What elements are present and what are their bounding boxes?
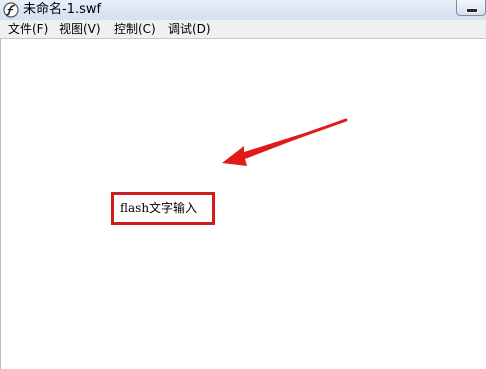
flash-player-icon [3,2,19,18]
flash-player-window: 未命名-1.swf 文件(F) 视图(V) 控制(C) 调试(D) flash文… [0,0,486,369]
menu-bar: 文件(F) 视图(V) 控制(C) 调试(D) [0,20,486,39]
swf-stage: flash文字输入 [0,39,486,369]
menu-debug[interactable]: 调试(D) [168,22,211,37]
annotation-highlight-box: flash文字输入 [111,192,215,225]
menu-file[interactable]: 文件(F) [8,22,48,37]
menu-view[interactable]: 视图(V) [59,22,101,37]
minimize-button[interactable] [456,0,486,16]
window-title: 未命名-1.swf [23,2,102,17]
menu-control[interactable]: 控制(C) [114,22,156,37]
title-bar[interactable]: 未命名-1.swf [0,0,486,20]
flash-text-field[interactable]: flash文字输入 [120,201,197,216]
minimize-icon [466,8,478,13]
